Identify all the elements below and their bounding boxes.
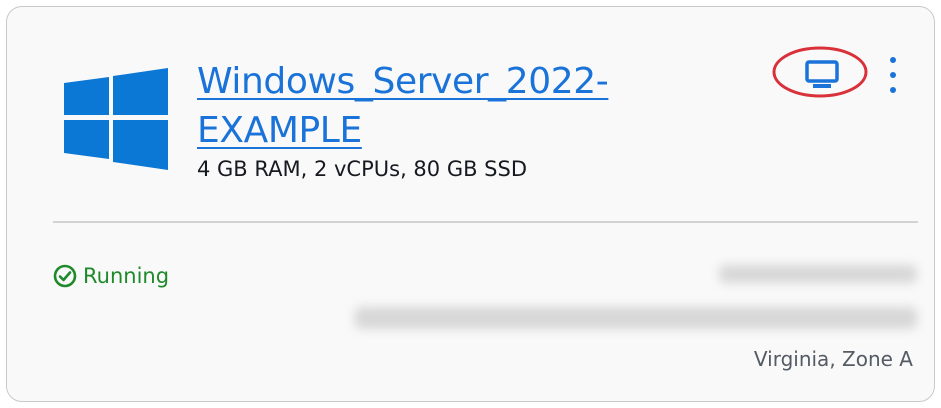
instance-name-link[interactable]: Windows_Server_2022-EXAMPLE xyxy=(197,57,657,155)
instance-region: Virginia, Zone A xyxy=(753,347,913,371)
instance-specs: 4 GB RAM, 2 vCPUs, 80 GB SSD xyxy=(197,157,528,181)
more-vertical-icon-dot-2 xyxy=(890,72,896,78)
card-divider xyxy=(53,221,918,223)
windows-logo-icon xyxy=(64,68,168,170)
check-circle-icon xyxy=(53,264,77,288)
status-label: Running xyxy=(83,264,170,288)
more-options-button[interactable] xyxy=(880,55,906,95)
monitor-icon xyxy=(805,60,839,88)
redacted-ipv6-address xyxy=(355,307,917,329)
connect-button[interactable] xyxy=(802,57,842,93)
instance-card: Windows_Server_2022-EXAMPLE 4 GB RAM, 2 … xyxy=(6,6,935,402)
more-vertical-icon-dot-3 xyxy=(890,87,896,93)
redacted-ip-address xyxy=(719,265,917,283)
more-vertical-icon-dot-1 xyxy=(890,57,896,63)
status-indicator: Running xyxy=(53,261,169,291)
